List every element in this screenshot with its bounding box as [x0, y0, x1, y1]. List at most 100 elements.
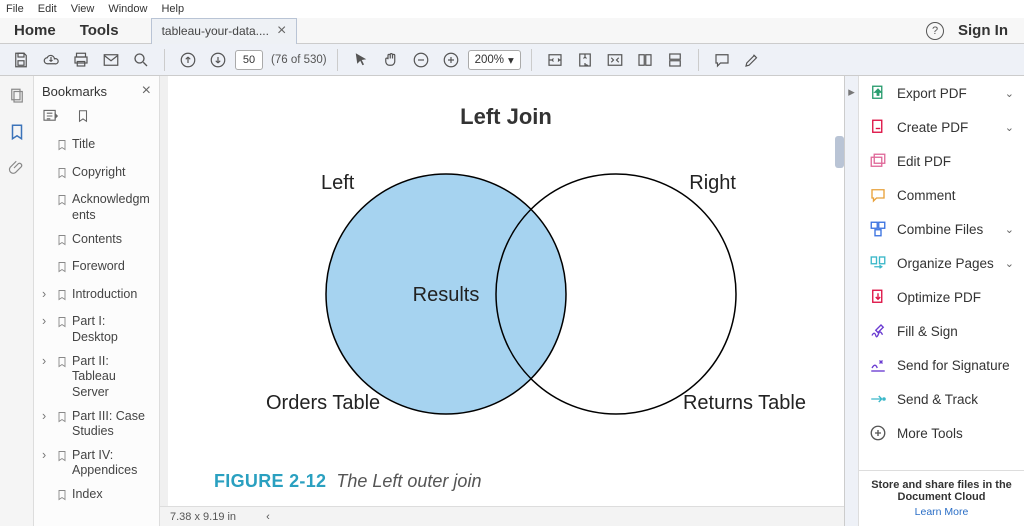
chevron-down-icon: ⌄ — [1005, 223, 1014, 236]
bookmark-item[interactable]: ›Introduction — [34, 283, 159, 311]
tools-item-combine-files[interactable]: Combine Files ⌄ — [859, 212, 1024, 246]
fullscreen-icon[interactable] — [602, 47, 628, 73]
bookmark-item[interactable]: Title — [34, 133, 159, 161]
sign-in-link[interactable]: Sign In — [958, 22, 1024, 39]
more-icon — [869, 424, 887, 442]
tools-item-export-pdf[interactable]: Export PDF⌄ — [859, 76, 1024, 110]
tools-item-create-pdf[interactable]: Create PDF⌄ — [859, 110, 1024, 144]
bookmark-label: Part IV: Appendices — [72, 448, 152, 479]
comment-icon — [869, 186, 887, 204]
bookmark-item[interactable]: Index — [34, 483, 159, 511]
tools-item-comment[interactable]: Comment — [859, 178, 1024, 212]
tools-item-optimize-pdf[interactable]: Optimize PDF — [859, 280, 1024, 314]
tools-item-edit-pdf[interactable]: Edit PDF — [859, 144, 1024, 178]
pointer-icon[interactable] — [348, 47, 374, 73]
bookmark-item[interactable]: Foreword — [34, 255, 159, 283]
os-menubar[interactable]: File Edit View Window Help — [0, 0, 1024, 18]
menu-file[interactable]: File — [6, 3, 24, 15]
bookmark-item[interactable]: Contents — [34, 228, 159, 256]
tab-tools[interactable]: Tools — [80, 22, 119, 39]
tools-item-organize-pages[interactable]: Organize Pages ⌄ — [859, 246, 1024, 280]
zoom-out-icon[interactable] — [408, 47, 434, 73]
bookmark-item[interactable]: ›Part II: Tableau Server — [34, 350, 159, 405]
cloud-icon[interactable] — [38, 47, 64, 73]
tools-item-label: Edit PDF — [897, 154, 1014, 169]
page-number-input[interactable]: 50 — [235, 50, 263, 70]
bookmarks-panel: Bookmarks × TitleCopyrightAcknowledgment… — [34, 76, 160, 526]
tools-item-label: Send for Signature — [897, 358, 1014, 373]
menu-help[interactable]: Help — [161, 3, 184, 15]
pdf-page[interactable]: Left Join Left Right Results Orders Tabl… — [168, 76, 844, 506]
print-icon[interactable] — [68, 47, 94, 73]
menu-edit[interactable]: Edit — [38, 3, 57, 15]
chevron-down-icon: ⌄ — [1005, 87, 1014, 100]
bookmark-item[interactable]: ›Part III: Case Studies — [34, 405, 159, 444]
bookmark-item[interactable]: Acknowledgments — [34, 188, 159, 227]
chevron-right-icon: › — [42, 409, 52, 425]
left-label: Left — [321, 172, 355, 194]
tools-item-label: Combine Files — [897, 222, 995, 237]
tools-item-label: Create PDF — [897, 120, 995, 135]
bookmark-icon — [56, 260, 68, 279]
fit-page-icon[interactable] — [572, 47, 598, 73]
tab-home[interactable]: Home — [14, 22, 56, 39]
help-icon[interactable]: ? — [926, 22, 944, 40]
track-icon — [869, 390, 887, 408]
tools-item-label: Optimize PDF — [897, 290, 1014, 305]
close-icon[interactable]: × — [142, 82, 151, 100]
sign-icon — [869, 322, 887, 340]
hand-icon[interactable] — [378, 47, 404, 73]
page-up-icon[interactable] — [175, 47, 201, 73]
fit-width-icon[interactable] — [542, 47, 568, 73]
bookmarks-options-icon[interactable] — [42, 109, 60, 126]
edit-icon — [869, 152, 887, 170]
search-icon[interactable] — [128, 47, 154, 73]
close-icon[interactable]: × — [277, 22, 286, 40]
sendSig-icon — [869, 356, 887, 374]
tools-item-send-for-signature[interactable]: Send for Signature — [859, 348, 1024, 382]
attachment-icon[interactable] — [7, 158, 27, 178]
chevron-right-icon: › — [42, 287, 52, 303]
bookmark-item[interactable]: ›Part I: Desktop — [34, 310, 159, 349]
tools-item-send-track[interactable]: Send & Track — [859, 382, 1024, 416]
comment-icon[interactable] — [709, 47, 735, 73]
bookmark-icon — [56, 193, 68, 212]
cloud-promo: Store and share files in the Document Cl… — [859, 470, 1024, 526]
bookmark-icon[interactable] — [7, 122, 27, 142]
tools-item-label: More Tools — [897, 426, 1014, 441]
zoom-in-icon[interactable] — [438, 47, 464, 73]
menu-view[interactable]: View — [71, 3, 95, 15]
chevron-right-icon: › — [42, 448, 52, 464]
page-down-icon[interactable] — [205, 47, 231, 73]
tools-item-more-tools[interactable]: More Tools — [859, 416, 1024, 450]
chevron-down-icon: ▾ — [508, 53, 514, 67]
optimize-icon — [869, 288, 887, 306]
left-table-label: Orders Table — [266, 392, 380, 414]
tools-item-label: Organize Pages — [897, 256, 995, 271]
email-icon[interactable] — [98, 47, 124, 73]
thumbnails-icon[interactable] — [7, 86, 27, 106]
chevron-left-icon[interactable]: ‹ — [266, 511, 270, 523]
learn-more-link[interactable]: Learn More — [865, 506, 1018, 518]
scroll-mode-icon[interactable] — [662, 47, 688, 73]
tools-item-label: Comment — [897, 188, 1014, 203]
bookmarks-list[interactable]: TitleCopyrightAcknowledgmentsContentsFor… — [34, 133, 159, 511]
bookmark-item[interactable]: › Part IV: Appendices — [34, 444, 159, 483]
new-bookmark-icon[interactable] — [76, 108, 90, 127]
menu-window[interactable]: Window — [108, 3, 147, 15]
bookmark-item[interactable]: Copyright — [34, 161, 159, 189]
bookmark-icon — [56, 315, 68, 334]
tools-panel: Export PDF⌄Create PDF⌄Edit PDFCommentCom… — [858, 76, 1024, 526]
chevron-down-icon: ⌄ — [1005, 257, 1014, 270]
bookmarks-title: Bookmarks — [42, 84, 107, 99]
right-rail-collapse[interactable]: ▸ — [844, 76, 858, 526]
zoom-select[interactable]: 200%▾ — [468, 50, 521, 70]
save-icon[interactable] — [8, 47, 34, 73]
highlight-icon[interactable] — [739, 47, 765, 73]
document-tab[interactable]: tableau-your-data.... × — [151, 18, 298, 44]
view-mode-icon[interactable] — [632, 47, 658, 73]
scrollbar-thumb[interactable] — [835, 136, 844, 168]
tools-item-fill-sign[interactable]: Fill & Sign — [859, 314, 1024, 348]
left-rail — [0, 76, 34, 526]
figure-title: Left Join — [196, 104, 816, 130]
